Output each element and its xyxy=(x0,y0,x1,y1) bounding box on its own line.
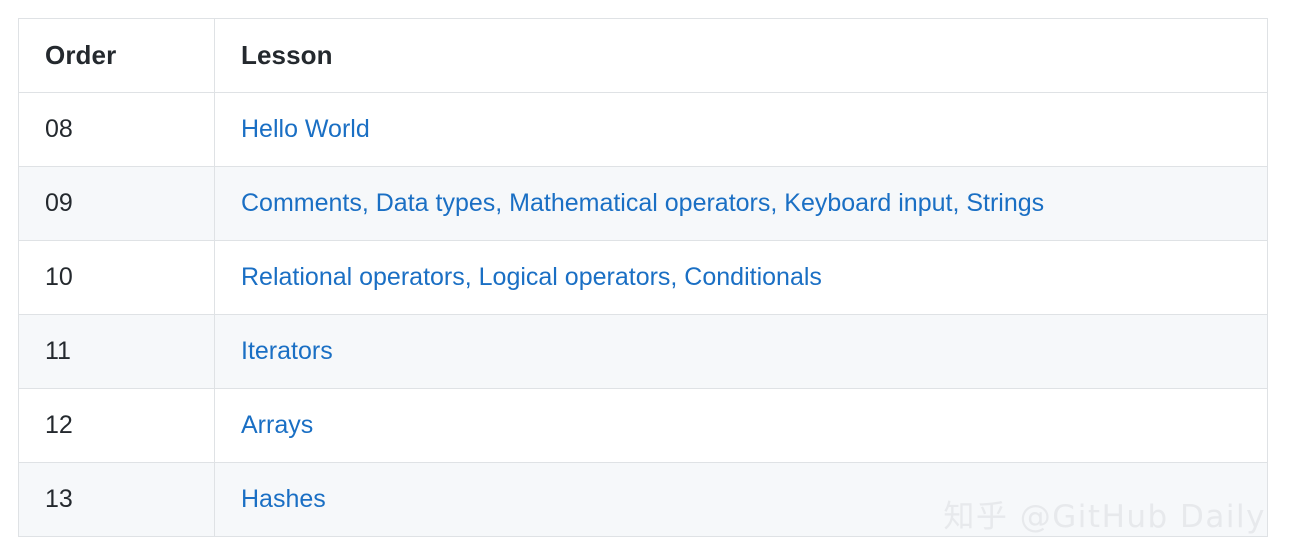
lesson-table: Order Lesson 08 Hello World 09 Comments,… xyxy=(18,18,1268,537)
column-header-order: Order xyxy=(18,18,215,93)
cell-order: 13 xyxy=(18,462,215,537)
lesson-link[interactable]: Hashes xyxy=(241,485,326,513)
lesson-link[interactable]: Arrays xyxy=(241,411,313,439)
cell-order: 12 xyxy=(18,388,215,463)
table-row: 10 Relational operators, Logical operato… xyxy=(18,240,1268,315)
table-body: 08 Hello World 09 Comments, Data types, … xyxy=(18,92,1268,537)
table-row: 08 Hello World xyxy=(18,92,1268,167)
table-row: 12 Arrays xyxy=(18,388,1268,463)
cell-lesson: Relational operators, Logical operators,… xyxy=(214,240,1268,315)
column-header-lesson: Lesson xyxy=(214,18,1268,93)
cell-lesson: Comments, Data types, Mathematical opera… xyxy=(214,166,1268,241)
cell-order: 08 xyxy=(18,92,215,167)
table-row: 09 Comments, Data types, Mathematical op… xyxy=(18,166,1268,241)
table-row: 11 Iterators xyxy=(18,314,1268,389)
cell-order: 10 xyxy=(18,240,215,315)
cell-lesson: Arrays xyxy=(214,388,1268,463)
cell-lesson: Iterators xyxy=(214,314,1268,389)
cell-lesson: Hello World xyxy=(214,92,1268,167)
table-row: 13 Hashes xyxy=(18,462,1268,537)
cell-order: 11 xyxy=(18,314,215,389)
page-root: Order Lesson 08 Hello World 09 Comments,… xyxy=(0,0,1296,560)
table-header-row: Order Lesson xyxy=(18,18,1268,93)
cell-order: 09 xyxy=(18,166,215,241)
cell-lesson: Hashes xyxy=(214,462,1268,537)
lesson-link[interactable]: Iterators xyxy=(241,337,333,365)
lesson-link[interactable]: Relational operators, Logical operators,… xyxy=(241,263,822,291)
table-header: Order Lesson xyxy=(18,18,1268,93)
lesson-link[interactable]: Comments, Data types, Mathematical opera… xyxy=(241,189,1044,217)
lesson-link[interactable]: Hello World xyxy=(241,115,370,143)
